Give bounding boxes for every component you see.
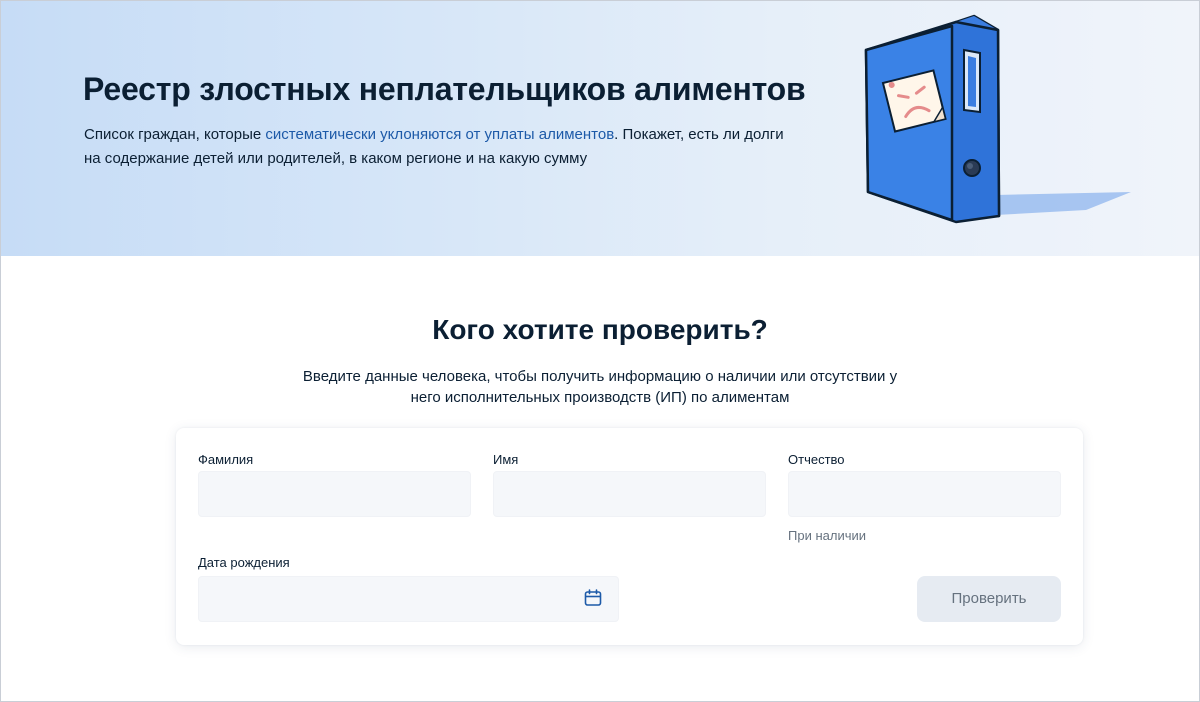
- name-label: Имя: [493, 452, 519, 467]
- birthdate-label: Дата рождения: [198, 555, 290, 570]
- form-section-title: Кого хотите проверить?: [432, 314, 768, 345]
- search-form-card: Фамилия Имя Отчество При наличии Дата ро…: [176, 428, 1083, 645]
- form-section-subtitle: Введите данные человека, чтобы получить …: [302, 368, 898, 406]
- patronymic-input[interactable]: [788, 471, 1061, 517]
- check-button[interactable]: Проверить: [917, 576, 1061, 622]
- hero-description-text: Список граждан, которые: [84, 126, 266, 143]
- surname-label: Фамилия: [198, 452, 254, 467]
- name-input[interactable]: [493, 471, 766, 517]
- binder-illustration: [864, 14, 1131, 224]
- page-title: Реестр злостных неплательщиков алиментов: [83, 71, 806, 107]
- calendar-icon[interactable]: [583, 588, 603, 608]
- birthdate-input[interactable]: [198, 576, 619, 622]
- hero-description: Список граждан, которые систематически у…: [84, 123, 784, 171]
- surname-input[interactable]: [198, 471, 471, 517]
- patronymic-label: Отчество: [788, 452, 845, 467]
- systematic-evasion-link[interactable]: систематически уклоняются от уплаты алим…: [265, 126, 614, 143]
- hero-banner: Реестр злостных неплательщиков алиментов…: [0, 0, 1200, 256]
- patronymic-hint: При наличии: [788, 528, 866, 543]
